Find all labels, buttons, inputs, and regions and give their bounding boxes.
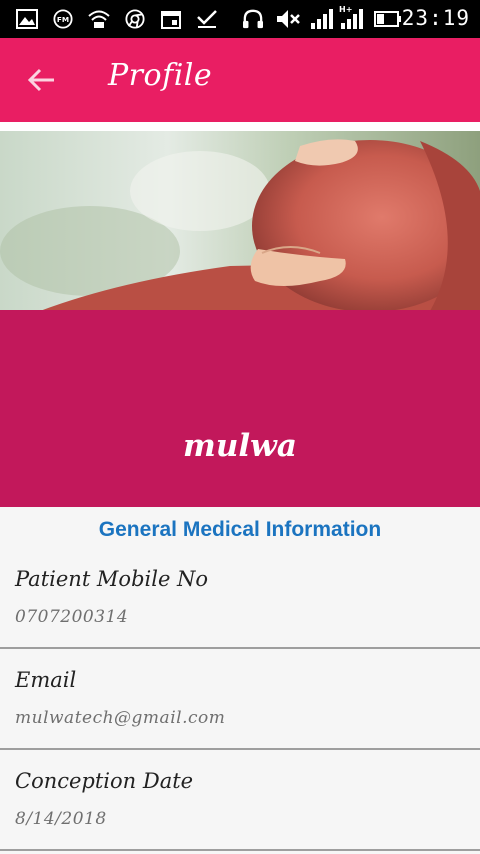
mute-icon bbox=[277, 10, 300, 28]
divider bbox=[0, 647, 480, 649]
field-value: 8/14/2018 bbox=[15, 809, 107, 829]
download-done-icon bbox=[197, 10, 217, 28]
divider bbox=[0, 849, 480, 851]
section-title: General Medical Information bbox=[98, 518, 382, 541]
wifi-icon bbox=[88, 10, 110, 28]
fm-radio-icon: FM bbox=[53, 9, 73, 29]
divider bbox=[0, 748, 480, 750]
arrow-left-icon bbox=[27, 68, 54, 92]
field-label: Conception Date bbox=[15, 769, 194, 793]
patient-name: mulwa bbox=[183, 428, 297, 464]
field-mobile: Patient Mobile No 0707200314 bbox=[0, 560, 480, 648]
status-time: 23:19 bbox=[401, 6, 470, 30]
header-divider bbox=[0, 122, 480, 131]
chrome-icon bbox=[125, 9, 145, 29]
svg-text:FM: FM bbox=[57, 15, 69, 24]
pregnancy-photo-icon bbox=[0, 131, 480, 311]
status-bar: FM H+ 23:19 bbox=[0, 0, 480, 38]
headphones-icon bbox=[243, 9, 263, 29]
signal-hplus-icon: H+ bbox=[339, 5, 363, 29]
back-button[interactable] bbox=[22, 60, 62, 100]
svg-text:H+: H+ bbox=[339, 5, 352, 14]
signal-icon bbox=[311, 9, 333, 29]
image-icon bbox=[16, 9, 38, 29]
profile-banner: mulwa bbox=[0, 310, 480, 507]
field-label: Email bbox=[15, 668, 77, 692]
field-value: 0707200314 bbox=[15, 607, 129, 627]
battery-icon bbox=[374, 11, 401, 27]
field-label: Patient Mobile No bbox=[15, 567, 209, 591]
page-title: Profile bbox=[108, 58, 213, 93]
field-conception-date: Conception Date 8/14/2018 bbox=[0, 760, 480, 848]
header-image bbox=[0, 131, 480, 311]
field-value: mulwatech@gmail.com bbox=[15, 708, 226, 728]
calendar-icon bbox=[161, 11, 181, 29]
field-email: Email mulwatech@gmail.com bbox=[0, 660, 480, 748]
app-toolbar: Profile bbox=[0, 38, 480, 122]
